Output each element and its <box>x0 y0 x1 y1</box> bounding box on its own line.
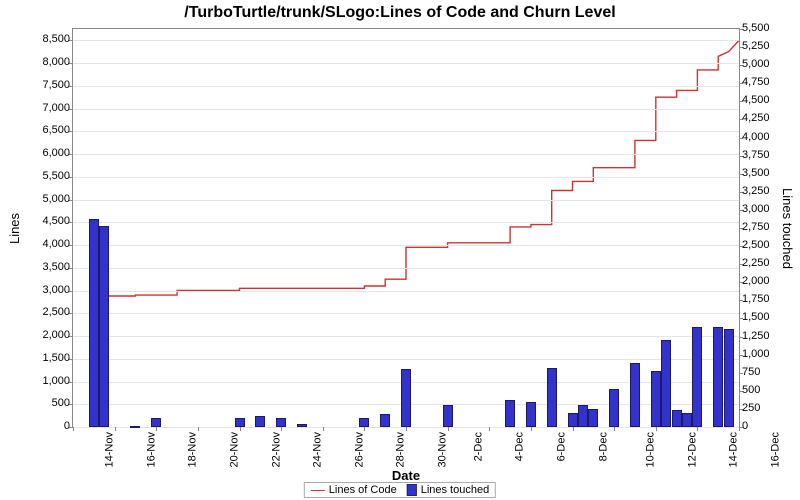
y-left-tick: 1,000 <box>26 375 70 387</box>
bar <box>547 368 557 427</box>
bar <box>276 418 286 427</box>
y-right-tick: 2,750 <box>742 221 790 233</box>
y-right-tick: 0 <box>742 420 790 432</box>
bar <box>661 340 671 427</box>
y-left-tick: 1,500 <box>26 352 70 364</box>
x-tick: 30-Nov <box>436 432 448 467</box>
x-tick: 16-Nov <box>145 432 157 467</box>
bar <box>526 402 536 427</box>
y-right-tick: 3,000 <box>742 203 790 215</box>
y-right-tick: 1,250 <box>742 330 790 342</box>
x-tick: 8-Dec <box>597 432 609 461</box>
y-right-tick: 1,000 <box>742 348 790 360</box>
x-tick: 12-Dec <box>686 432 698 467</box>
bar <box>505 400 515 427</box>
x-tick: 4-Dec <box>514 432 526 461</box>
bar <box>588 409 598 427</box>
y-left-tick: 5,500 <box>26 170 70 182</box>
legend-line-swatch <box>311 490 325 491</box>
y-right-tick: 4,000 <box>742 131 790 143</box>
legend-label: Lines touched <box>421 484 490 496</box>
y-left-tick: 3,000 <box>26 284 70 296</box>
x-tick: 24-Nov <box>312 432 324 467</box>
y-right-tick: 2,000 <box>742 275 790 287</box>
y-right-tick: 3,250 <box>742 185 790 197</box>
chart-title: /TurboTurtle/trunk/SLogo:Lines of Code a… <box>0 4 800 22</box>
y-left-tick: 2,000 <box>26 329 70 341</box>
x-tick: 22-Nov <box>270 432 282 467</box>
y-left-tick: 5,000 <box>26 193 70 205</box>
y-left-tick: 4,000 <box>26 238 70 250</box>
x-tick: 14-Nov <box>103 432 115 467</box>
bar <box>130 426 140 428</box>
x-tick: 26-Nov <box>353 432 365 467</box>
x-tick: 18-Nov <box>187 432 199 467</box>
bar <box>99 226 109 427</box>
y-right-tick: 500 <box>742 384 790 396</box>
y-left-tick: 0 <box>26 420 70 432</box>
y-axis-left-label: Lines <box>8 28 22 428</box>
y-left-tick: 2,500 <box>26 306 70 318</box>
y-right-tick: 5,500 <box>742 22 790 34</box>
bar <box>443 405 453 427</box>
y-right-tick: 750 <box>742 366 790 378</box>
y-right-tick: 2,500 <box>742 239 790 251</box>
bar <box>630 363 640 427</box>
bar <box>151 418 161 427</box>
y-right-tick: 1,750 <box>742 293 790 305</box>
x-tick: 2-Dec <box>472 432 484 461</box>
x-tick: 10-Dec <box>645 432 657 467</box>
bar <box>724 329 734 427</box>
bar <box>89 219 99 427</box>
x-tick: 28-Nov <box>395 432 407 467</box>
bar <box>578 405 588 427</box>
legend: Lines of Code Lines touched <box>304 482 496 498</box>
y-left-tick: 4,500 <box>26 215 70 227</box>
y-right-tick: 4,250 <box>742 112 790 124</box>
bar <box>682 413 692 427</box>
legend-label: Lines of Code <box>329 484 397 496</box>
y-left-tick: 7,500 <box>26 79 70 91</box>
bar <box>297 424 307 427</box>
x-tick: 20-Nov <box>228 432 240 467</box>
bar <box>713 327 723 427</box>
y-right-tick: 1,500 <box>742 311 790 323</box>
legend-bar-swatch <box>407 484 417 496</box>
y-left-tick: 8,000 <box>26 56 70 68</box>
y-right-tick: 4,500 <box>742 94 790 106</box>
y-left-tick: 7,000 <box>26 102 70 114</box>
bar <box>672 410 682 427</box>
bar <box>255 416 265 427</box>
y-left-tick: 6,000 <box>26 147 70 159</box>
bar <box>380 414 390 427</box>
y-left-tick: 8,500 <box>26 33 70 45</box>
x-tick: 6-Dec <box>555 432 567 461</box>
y-right-tick: 250 <box>742 402 790 414</box>
y-right-tick: 3,750 <box>742 149 790 161</box>
y-right-tick: 5,250 <box>742 40 790 52</box>
bar <box>568 413 578 427</box>
bar <box>359 418 369 427</box>
x-tick: 14-Dec <box>728 432 740 467</box>
y-left-tick: 6,500 <box>26 124 70 136</box>
bar <box>235 418 245 427</box>
plot-area <box>72 28 740 428</box>
x-tick: 16-Dec <box>769 432 781 467</box>
legend-item-lines-touched: Lines touched <box>407 484 490 496</box>
x-axis-label: Date <box>72 468 740 483</box>
legend-item-lines-of-code: Lines of Code <box>311 484 397 496</box>
bar <box>692 327 702 427</box>
y-right-tick: 4,750 <box>742 76 790 88</box>
y-right-tick: 3,500 <box>742 167 790 179</box>
bar <box>609 389 619 427</box>
y-left-tick: 3,500 <box>26 261 70 273</box>
y-right-tick: 5,000 <box>742 58 790 70</box>
y-left-tick: 500 <box>26 397 70 409</box>
y-right-tick: 2,250 <box>742 257 790 269</box>
bar <box>401 369 411 427</box>
bar <box>651 371 661 427</box>
chart-container: /TurboTurtle/trunk/SLogo:Lines of Code a… <box>0 0 800 500</box>
